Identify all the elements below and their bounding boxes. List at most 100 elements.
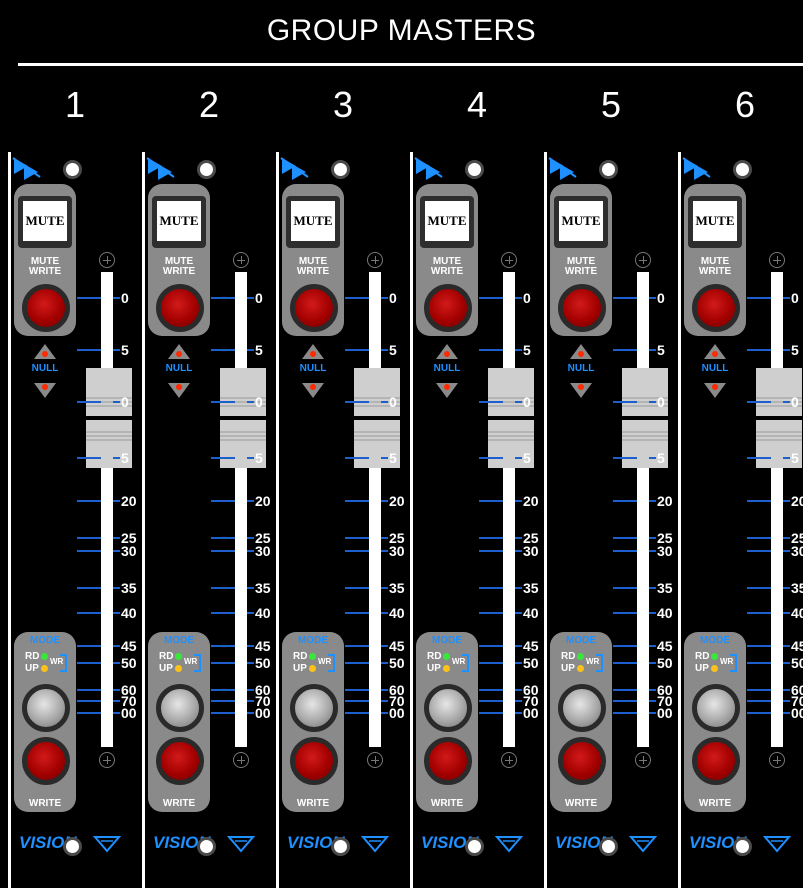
scale-label: 35	[657, 580, 673, 596]
scale-tick	[515, 349, 522, 351]
scale-tick	[247, 457, 254, 459]
scale-tick	[381, 537, 388, 539]
scale-tick	[381, 297, 388, 299]
mode-button[interactable]	[558, 684, 606, 732]
scale-label: 45	[791, 638, 803, 654]
channel-number: 4	[466, 84, 488, 125]
page-title: GROUP MASTERS	[266, 14, 537, 47]
write-button[interactable]	[156, 737, 204, 785]
scale-tick	[747, 500, 771, 502]
mute-write-button[interactable]	[558, 284, 606, 332]
scale-label: 35	[121, 580, 137, 596]
mode-button[interactable]	[156, 684, 204, 732]
scale-tick	[479, 349, 503, 351]
mode-label: MODE	[298, 635, 328, 646]
scale-tick	[515, 587, 522, 589]
mute-write-button[interactable]	[22, 284, 70, 332]
scale-tick	[345, 500, 369, 502]
plus-icon	[367, 252, 383, 268]
scale-label: 0	[255, 290, 263, 306]
scale-tick	[381, 689, 388, 691]
screw-icon	[63, 837, 82, 856]
scale-tick	[113, 612, 120, 614]
mute-write-button[interactable]	[290, 284, 338, 332]
scale-tick	[77, 537, 101, 539]
scale-tick	[77, 550, 101, 552]
automation-arrow-icon	[548, 157, 577, 180]
null-label: NULL	[567, 363, 595, 374]
scale-tick	[783, 587, 790, 589]
mute-button[interactable]: MUTE	[554, 196, 608, 248]
up-led-icon	[41, 665, 48, 672]
null-indicator: NULL	[695, 342, 735, 402]
mode-label: MODE	[432, 635, 462, 646]
scale-label: 20	[121, 493, 137, 509]
mute-button[interactable]: MUTE	[152, 196, 206, 248]
write-label: WRITE	[698, 798, 732, 809]
scale-tick	[515, 645, 522, 647]
scale-tick	[247, 349, 254, 351]
scale-tick	[747, 537, 771, 539]
scale-tick	[381, 401, 388, 403]
vision-logo-icon	[629, 836, 657, 853]
scale-tick	[515, 612, 522, 614]
vision-logo-icon	[227, 836, 255, 853]
mute-write-button[interactable]	[156, 284, 204, 332]
scale-tick	[113, 712, 120, 714]
scale-tick	[783, 537, 790, 539]
rd-led-icon	[175, 653, 182, 660]
write-button[interactable]	[22, 737, 70, 785]
mode-button[interactable]	[22, 684, 70, 732]
mute-panel: MUTE MUTE WRITE	[550, 184, 612, 336]
scale-tick	[211, 587, 235, 589]
scale-tick	[783, 550, 790, 552]
mode-button[interactable]	[290, 684, 338, 732]
scale-tick	[345, 712, 369, 714]
up-led-icon	[309, 665, 316, 672]
scale-tick	[247, 550, 254, 552]
write-button[interactable]	[558, 737, 606, 785]
mute-button[interactable]: MUTE	[688, 196, 742, 248]
screw-icon	[599, 160, 618, 179]
scale-tick	[247, 587, 254, 589]
mode-button[interactable]	[692, 684, 740, 732]
channel-strip-5: MUTE MUTE WRITE NULL 0 5 0 5 20 25 30 35…	[544, 152, 675, 888]
scale-label: 5	[657, 342, 665, 358]
mode-button[interactable]	[424, 684, 472, 732]
mode-label: MODE	[566, 635, 596, 646]
scale-label: 20	[255, 493, 271, 509]
scale-tick	[247, 645, 254, 647]
scale-label: 20	[523, 493, 539, 509]
scale-tick	[479, 587, 503, 589]
scale-tick	[479, 712, 503, 714]
mute-write-button[interactable]	[692, 284, 740, 332]
mute-button[interactable]: MUTE	[286, 196, 340, 248]
write-button[interactable]	[692, 737, 740, 785]
null-indicator: NULL	[427, 342, 467, 402]
scale-label: 50	[657, 655, 673, 671]
write-button[interactable]	[424, 737, 472, 785]
scale-tick	[113, 662, 120, 664]
scale-tick	[113, 550, 120, 552]
mute-panel: MUTE MUTE WRITE	[14, 184, 76, 336]
plus-icon	[99, 752, 115, 768]
scale-label: 0	[389, 394, 397, 410]
write-button[interactable]	[290, 737, 338, 785]
scale-tick	[649, 612, 656, 614]
scale-label: 40	[523, 605, 539, 621]
channel-number: 5	[600, 84, 622, 125]
scale-label: 0	[791, 290, 799, 306]
write-label: WRITE	[430, 798, 464, 809]
mute-button[interactable]: MUTE	[420, 196, 474, 248]
channel-strip-1: MUTE MUTE WRITE NULL 0 5 0 5 20 25 30 35…	[8, 152, 139, 888]
scale-label: 5	[389, 450, 397, 466]
scale-label: 00	[523, 705, 539, 721]
mute-write-label: MUTE WRITE	[698, 256, 732, 277]
scale-tick	[783, 645, 790, 647]
mute-button[interactable]: MUTE	[18, 196, 72, 248]
scale-tick	[345, 700, 369, 702]
scale-tick	[77, 349, 101, 351]
rd-label: RD	[159, 651, 174, 662]
mute-write-button[interactable]	[424, 284, 472, 332]
scale-label: 40	[255, 605, 271, 621]
